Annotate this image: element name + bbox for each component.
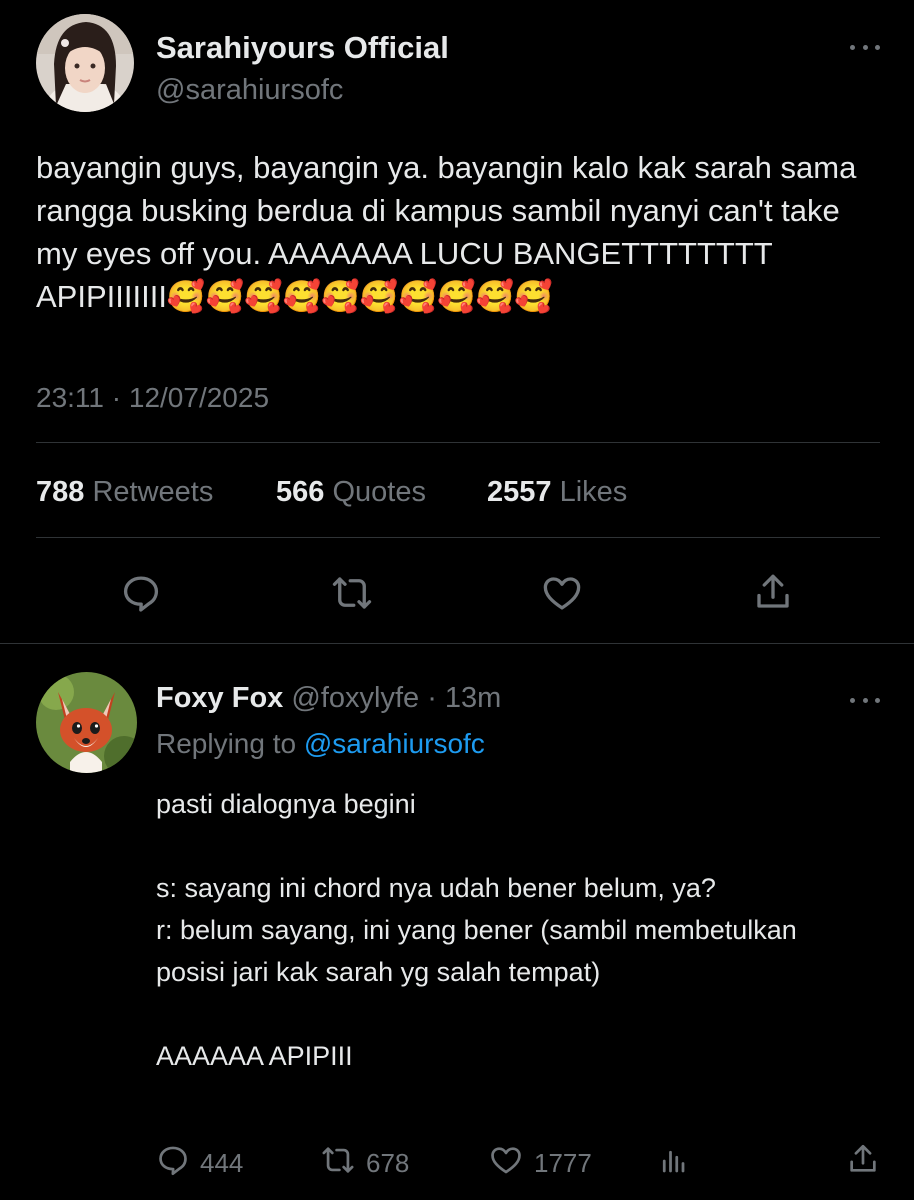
retweets-stat[interactable]: 788 Retweets bbox=[36, 476, 213, 509]
replying-to: Replying to @sarahiursofc bbox=[156, 728, 485, 760]
retweet-icon bbox=[320, 1143, 356, 1184]
retweets-count: 678 bbox=[366, 1148, 410, 1178]
reply-time[interactable]: · 13m bbox=[427, 682, 501, 714]
replying-to-label: Replying to bbox=[156, 728, 297, 759]
tweet-text: bayangin guys, bayangin ya. bayangin kal… bbox=[36, 150, 865, 314]
author-avatar[interactable] bbox=[36, 14, 134, 112]
likes-count: 1777 bbox=[534, 1148, 592, 1178]
divider bbox=[36, 537, 880, 538]
share-icon bbox=[846, 1141, 880, 1184]
retweet-icon[interactable] bbox=[330, 572, 374, 619]
reply-likes-action[interactable]: 1777 bbox=[488, 1143, 592, 1184]
author-display-name[interactable]: Sarahiyours Official bbox=[156, 30, 449, 66]
reply-replies-action[interactable]: 444 bbox=[156, 1143, 243, 1184]
more-icon[interactable] bbox=[850, 695, 880, 705]
reply-text: pasti dialognya begini s: sayang ini cho… bbox=[156, 789, 797, 1071]
likes-stat[interactable]: 2557 Likes bbox=[487, 476, 627, 509]
divider bbox=[0, 643, 914, 644]
divider bbox=[36, 442, 880, 443]
reply-share-action[interactable] bbox=[846, 1141, 880, 1184]
reply-icon bbox=[156, 1143, 190, 1184]
like-icon[interactable] bbox=[540, 572, 584, 619]
more-icon[interactable] bbox=[850, 42, 880, 52]
reply-retweets-action[interactable]: 678 bbox=[320, 1143, 409, 1184]
share-icon[interactable] bbox=[752, 570, 794, 619]
reply-icon[interactable] bbox=[120, 572, 162, 619]
reply-author-display-name[interactable]: Foxy Fox bbox=[156, 682, 283, 714]
replies-count: 444 bbox=[200, 1148, 244, 1178]
likes-count: 2557 bbox=[487, 476, 552, 508]
retweets-count: 788 bbox=[36, 476, 85, 508]
quotes-stat[interactable]: 566 Quotes bbox=[276, 476, 426, 509]
reply-author-avatar[interactable] bbox=[36, 672, 137, 773]
reply-author-handle[interactable]: @foxylyfe bbox=[291, 682, 419, 714]
quotes-count: 566 bbox=[276, 476, 325, 508]
like-icon bbox=[488, 1143, 524, 1184]
quotes-label: Quotes bbox=[332, 476, 426, 508]
reply-header: Foxy Fox @foxylyfe · 13m bbox=[156, 682, 501, 715]
retweets-label: Retweets bbox=[92, 476, 214, 508]
replying-to-handle[interactable]: @sarahiursofc bbox=[304, 728, 485, 759]
reply-views-action[interactable] bbox=[658, 1145, 688, 1184]
views-icon bbox=[658, 1145, 688, 1184]
author-handle[interactable]: @sarahiursofc bbox=[156, 74, 343, 107]
likes-label: Likes bbox=[559, 476, 628, 508]
tweet-timestamp[interactable]: 23:11 · 12/07/2025 bbox=[36, 382, 269, 414]
